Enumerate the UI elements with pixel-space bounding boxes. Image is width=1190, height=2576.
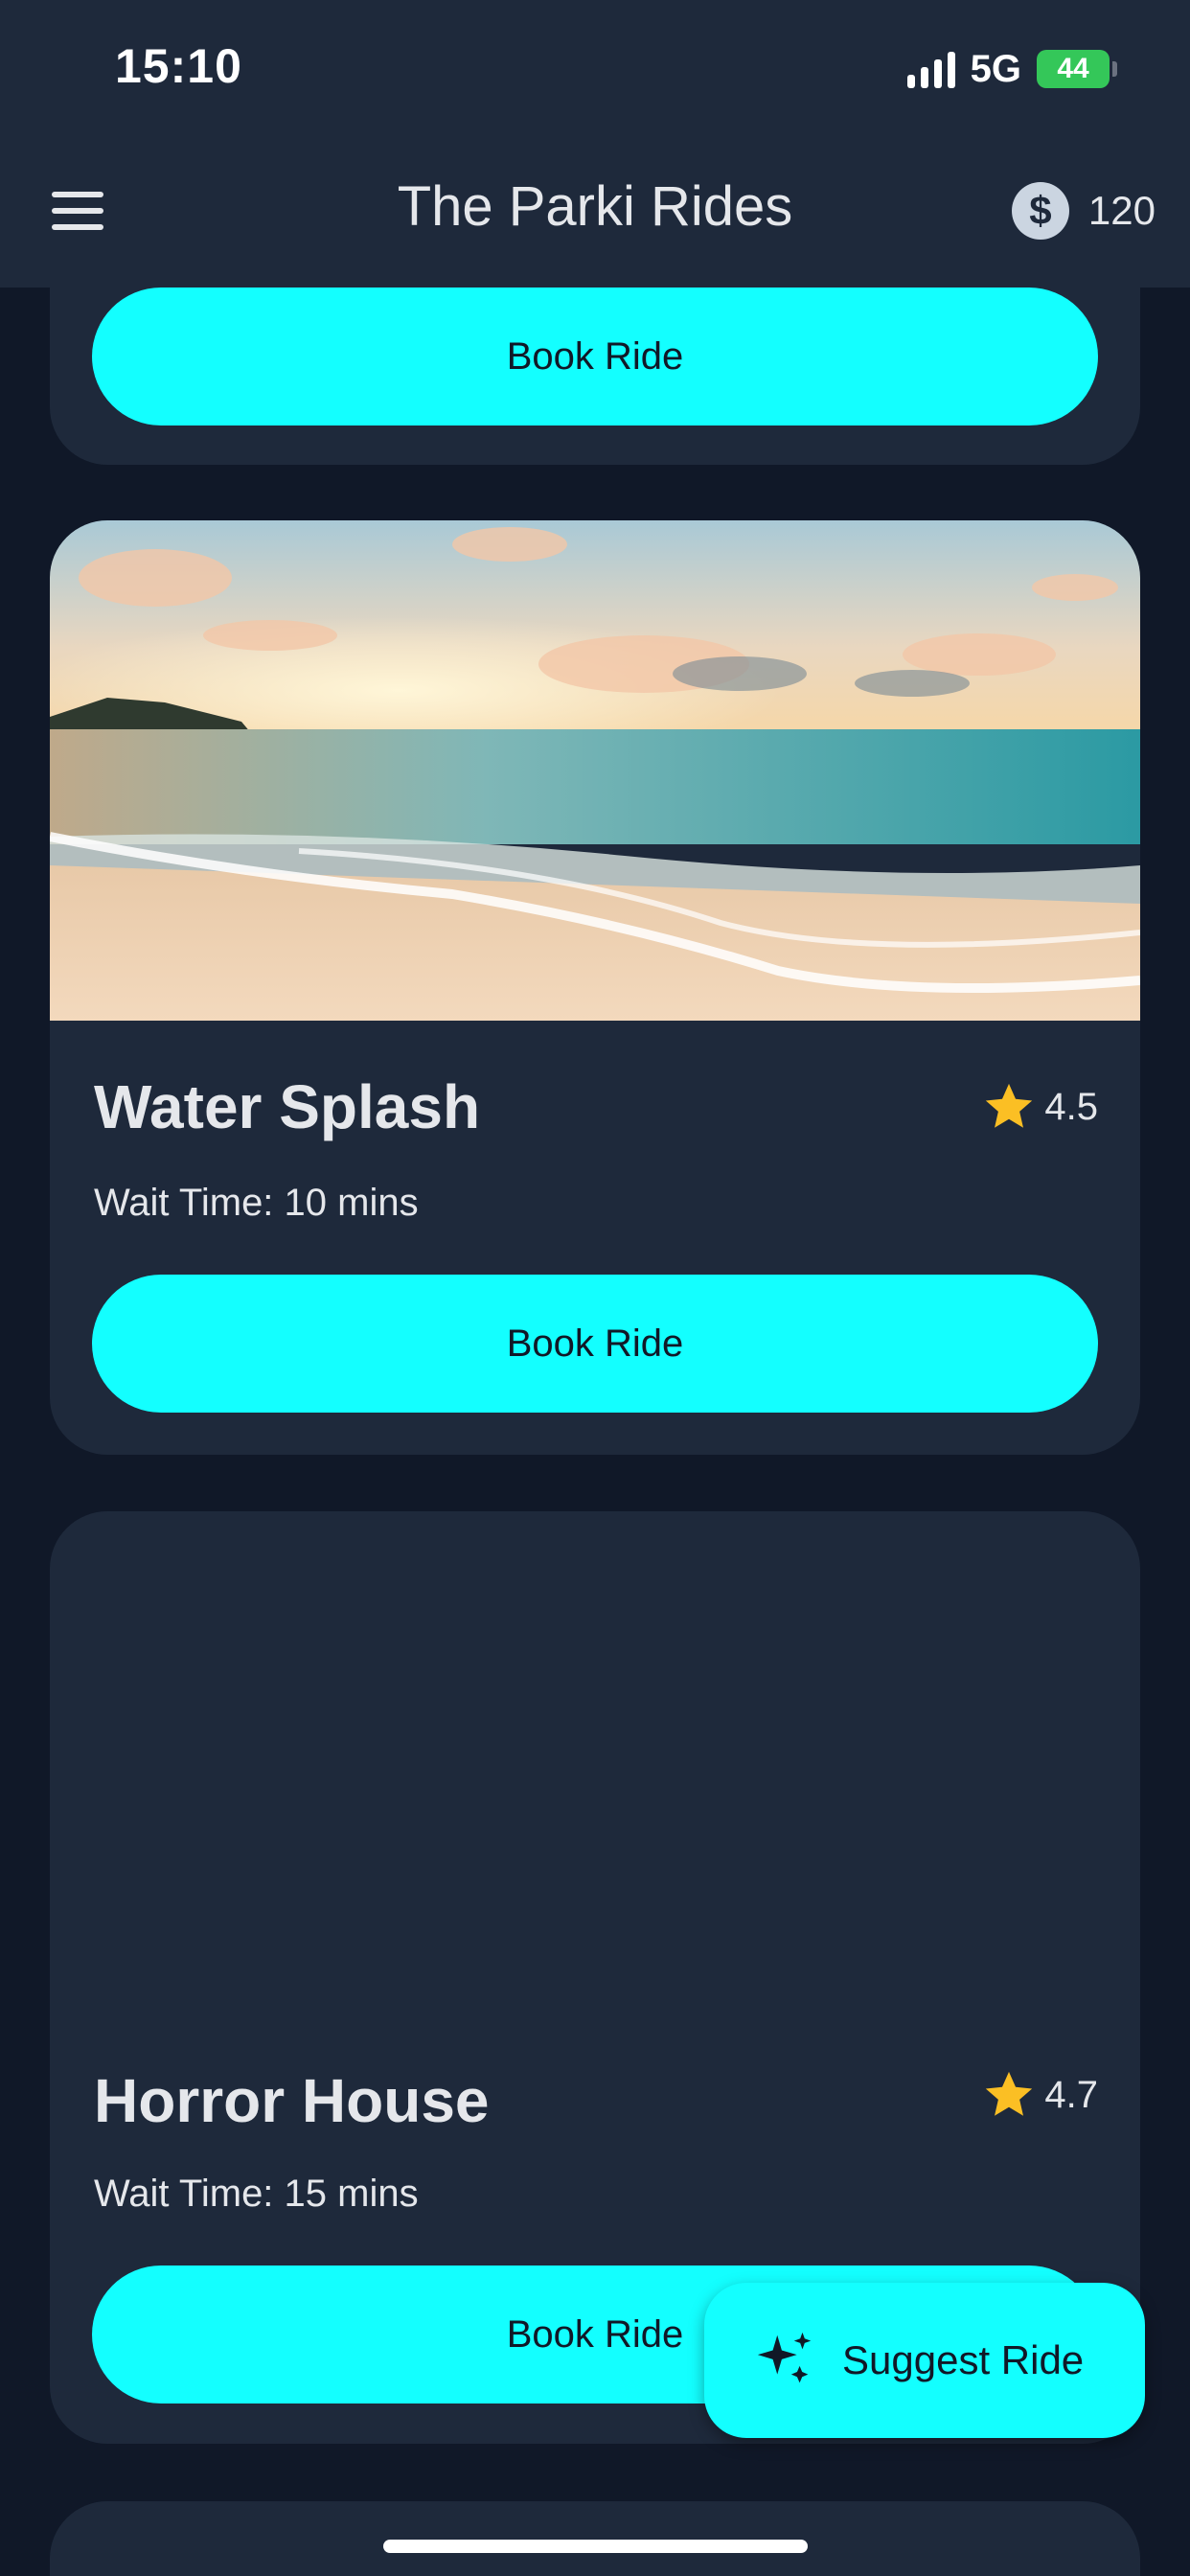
sparkles-icon bbox=[757, 2332, 812, 2383]
ride-rating: 4.7 bbox=[981, 2067, 1098, 2123]
wait-time: Wait Time: 10 mins bbox=[94, 1182, 419, 1224]
rating-value: 4.5 bbox=[1044, 1085, 1098, 1128]
status-time: 15:10 bbox=[115, 39, 242, 93]
battery-level: 44 bbox=[1057, 53, 1089, 84]
star-icon bbox=[986, 1083, 1033, 1128]
app-screen: 15:10 5G 44 The Parki Rides $ 120 Book R… bbox=[0, 0, 1190, 2576]
ride-card-water-splash: Water Splash 4.5 Wait Time: 10 mins Book… bbox=[50, 520, 1140, 1455]
coin-balance[interactable]: $ 120 bbox=[1011, 182, 1156, 240]
suggest-ride-label: Suggest Ride bbox=[842, 2337, 1085, 2382]
suggest-ride-button[interactable]: Suggest Ride bbox=[704, 2283, 1145, 2438]
rating-value: 4.7 bbox=[1044, 2073, 1098, 2116]
book-ride-button[interactable]: Book Ride bbox=[92, 1275, 1098, 1413]
top-bar: 15:10 5G 44 The Parki Rides $ 120 bbox=[0, 0, 1190, 288]
network-type: 5G bbox=[970, 47, 1021, 90]
ride-card bbox=[50, 2501, 1140, 2576]
home-indicator[interactable] bbox=[383, 2540, 808, 2553]
ride-name: Horror House bbox=[94, 2066, 490, 2135]
coin-count: 120 bbox=[1087, 188, 1156, 233]
ride-image-beach bbox=[50, 520, 1140, 1021]
battery-icon: 44 bbox=[1037, 50, 1117, 88]
wait-time: Wait Time: 15 mins bbox=[94, 2173, 419, 2215]
ride-rating: 4.5 bbox=[981, 1079, 1098, 1135]
book-ride-button[interactable]: Book Ride bbox=[92, 288, 1098, 426]
dollar-coin-icon: $ bbox=[1011, 182, 1069, 240]
signal-icon bbox=[906, 50, 955, 88]
ride-name: Water Splash bbox=[94, 1072, 481, 1141]
star-icon bbox=[986, 2071, 1033, 2116]
status-indicators: 5G 44 bbox=[906, 46, 1117, 92]
